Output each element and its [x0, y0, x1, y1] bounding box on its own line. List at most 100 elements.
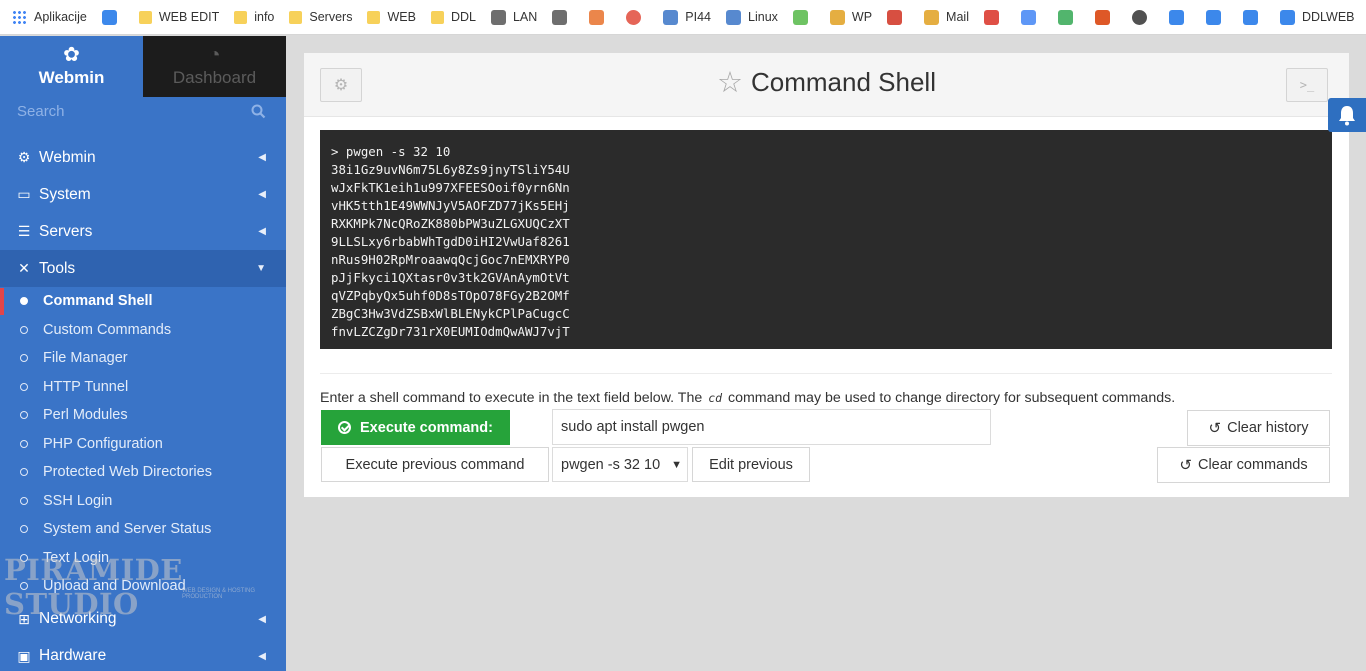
webmin-logo-icon: ✿: [63, 44, 80, 66]
terminal-line: 9LLSLxy6rbabWhTgdD0iHI2VwUaf8261: [331, 234, 570, 249]
notifications-button[interactable]: [1328, 98, 1366, 132]
sidebar-item-ssh-login[interactable]: SSH Login: [0, 487, 286, 516]
bookmark-label: WP: [851, 10, 873, 24]
terminal-line: ZBgC3Hw3VdZSBxWlBLENykCPlPaCugcC: [331, 306, 570, 321]
sidebar-item-text-login[interactable]: Text Login: [0, 544, 286, 573]
help-text-code: cd: [708, 391, 723, 405]
bookmark-item[interactable]: [552, 9, 574, 25]
undo-icon: ↺: [1208, 420, 1222, 437]
bookmark-label: DDLWEB: [1301, 10, 1355, 24]
bookmark-item[interactable]: [589, 9, 611, 25]
sidebar-item-command-shell[interactable]: Command Shell: [0, 287, 286, 316]
sidebar-item-label: Command Shell: [43, 293, 153, 310]
command-input[interactable]: [552, 409, 991, 445]
bullet-icon: [20, 496, 28, 505]
terminal-line: qVZPqbyQx5uhf0D8sTOpO78FGy2B2OMf: [331, 288, 570, 303]
bullet-icon: [20, 468, 28, 477]
tab-dashboard[interactable]: ◔ Dashboard: [143, 36, 286, 97]
nav-system[interactable]: ▭ System ◀: [0, 176, 286, 213]
bookmark-item[interactable]: DDLWEB: [1279, 9, 1355, 25]
caret-down-icon: ▼: [256, 263, 266, 274]
nav-hardware[interactable]: ▣ Hardware ◀: [0, 638, 286, 671]
bookmark-item[interactable]: [887, 9, 909, 25]
bullet-icon: [20, 325, 28, 334]
laptop-icon: ▭: [17, 186, 31, 202]
puzzle-icon: [1242, 9, 1258, 25]
bookmark-item[interactable]: [1094, 9, 1117, 25]
bullet-icon: [20, 582, 28, 591]
clear-history-button[interactable]: ↺ Clear history: [1187, 410, 1330, 446]
sidebar-item-protected-web-directories[interactable]: Protected Web Directories: [0, 458, 286, 487]
bookmark-item[interactable]: [1242, 9, 1265, 25]
bookmark-label: info: [254, 10, 275, 24]
folder-icon: [234, 10, 248, 24]
bookmark-item[interactable]: [1057, 9, 1080, 25]
mail-icon: [924, 9, 940, 25]
bullet-icon: [20, 354, 28, 363]
nav-networking[interactable]: ⊞ Networking ◀: [0, 601, 286, 638]
favorite-star-icon[interactable]: ☆: [717, 68, 743, 98]
drive-icon: [1057, 9, 1073, 25]
bookmark-label: Aplikacije: [34, 10, 87, 24]
sidebar-item-perl-modules[interactable]: Perl Modules: [0, 401, 286, 430]
nav-networking-label: Networking: [39, 610, 117, 627]
bookmark-item[interactable]: WEB EDIT: [138, 10, 219, 24]
bullet-icon: [20, 382, 28, 391]
bookmark-item[interactable]: Servers: [289, 10, 352, 24]
execute-command-button[interactable]: Execute command:: [321, 410, 510, 445]
sidebar-item-label: Custom Commands: [43, 321, 172, 338]
sidebar-item-label: Protected Web Directories: [43, 464, 212, 481]
terminal-button[interactable]: >_: [1286, 68, 1328, 102]
edit-previous-button[interactable]: Edit previous: [692, 447, 810, 482]
previous-command-select[interactable]: pwgen -s 32 10 ▼: [552, 447, 688, 482]
sidebar-item-label: PHP Configuration: [43, 435, 163, 452]
bookmark-item[interactable]: [1168, 9, 1191, 25]
bookmark-item[interactable]: [1020, 9, 1043, 25]
sidebar-item-file-manager[interactable]: File Manager: [0, 344, 286, 373]
bookmark-item[interactable]: Linux: [726, 9, 778, 25]
bookmark-item[interactable]: Aplikacije: [12, 9, 87, 25]
clear-commands-button[interactable]: ↺ Clear commands: [1157, 447, 1330, 483]
sidebar-item-system-server-status[interactable]: System and Server Status: [0, 515, 286, 544]
bookmark-item[interactable]: [1131, 9, 1154, 25]
t-circle-icon: [626, 9, 642, 25]
sidebar-tabs: ✿ Webmin ◔ Dashboard: [0, 36, 286, 97]
bookmark-item[interactable]: PI44: [663, 9, 711, 25]
gear-icon: [1168, 9, 1184, 25]
help-text-before: Enter a shell command to execute in the …: [320, 390, 703, 406]
bookmark-item[interactable]: [1205, 9, 1228, 25]
bookmark-item[interactable]: WP: [829, 9, 873, 25]
bookmark-label: Servers: [309, 10, 353, 24]
bookmark-item[interactable]: Mail: [924, 9, 969, 25]
bookmark-item[interactable]: [626, 9, 648, 25]
check-circle-icon: [338, 421, 352, 434]
search-icon[interactable]: [251, 104, 266, 119]
bookmark-item[interactable]: WEB: [367, 10, 416, 24]
nav-webmin-label: Webmin: [39, 148, 96, 166]
execute-previous-button[interactable]: Execute previous command: [321, 447, 549, 482]
sidebar-item-php-configuration[interactable]: PHP Configuration: [0, 430, 286, 459]
bookmark-item[interactable]: [792, 9, 815, 25]
pira-icon: [887, 9, 903, 25]
sidebar-search[interactable]: Search: [0, 97, 286, 125]
leaf-icon: [792, 9, 808, 25]
nav-tools[interactable]: ✕ Tools ▼: [0, 250, 286, 287]
sidebar-item-custom-commands[interactable]: Custom Commands: [0, 316, 286, 345]
search-placeholder[interactable]: Search: [17, 103, 65, 120]
edit-previous-label: Edit previous: [709, 456, 793, 473]
bookmark-item[interactable]: info: [234, 10, 274, 24]
office-icon: [1094, 9, 1110, 25]
hardware-icon: ▣: [17, 647, 31, 664]
nav-servers[interactable]: ☰ Servers ◀: [0, 213, 286, 250]
bookmark-item[interactable]: [101, 9, 124, 25]
tab-webmin[interactable]: ✿ Webmin: [0, 36, 143, 97]
translate-icon: [1020, 9, 1036, 25]
caret-left-icon: ◀: [258, 189, 266, 200]
bookmark-item[interactable]: [983, 9, 1006, 25]
bookmark-item[interactable]: DDL: [430, 10, 476, 24]
star-icon: [1205, 9, 1221, 25]
nav-webmin[interactable]: ⚙ Webmin ◀: [0, 139, 286, 176]
sidebar-item-http-tunnel[interactable]: HTTP Tunnel: [0, 373, 286, 402]
terminal-output: > pwgen -s 32 10 38i1Gz9uvN6m75L6y8Zs9jny…: [320, 130, 1332, 349]
bookmark-item[interactable]: LAN: [490, 9, 537, 25]
